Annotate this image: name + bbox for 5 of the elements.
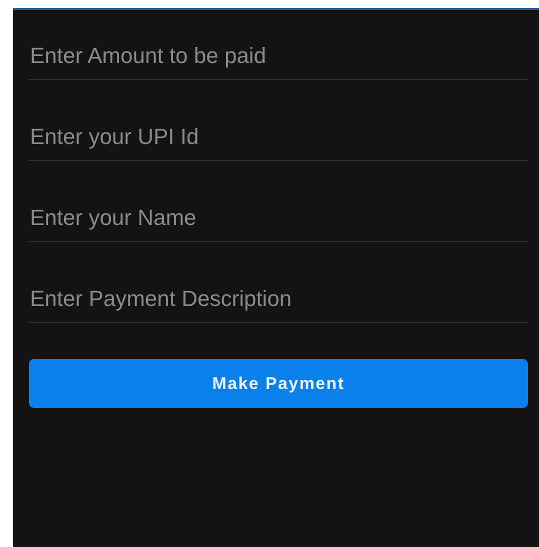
input-field[interactable]: Enter your Name [29, 200, 528, 242]
input-field[interactable]: Enter Payment Description [29, 281, 528, 323]
make-payment-button[interactable]: Make Payment [29, 359, 528, 408]
input-field[interactable]: Enter your UPI Id [29, 119, 528, 161]
input-field[interactable]: Enter Amount to be paid [29, 38, 528, 80]
